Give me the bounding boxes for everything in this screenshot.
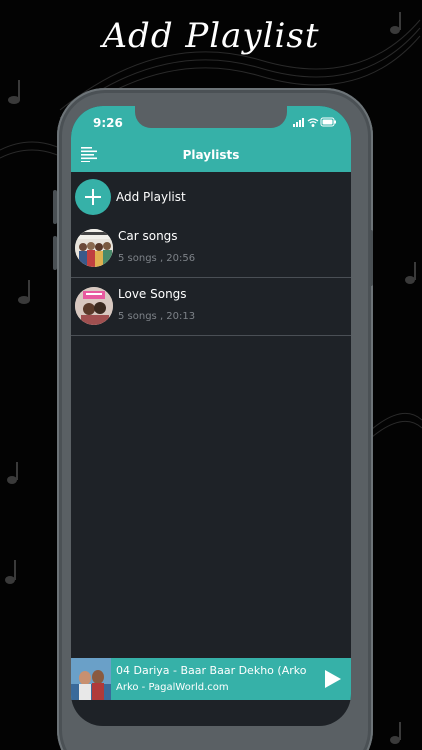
phone-power-button: [369, 230, 373, 286]
phone-volume-button: [53, 236, 57, 270]
now-playing-artist: Arko - PagalWorld.com: [116, 682, 229, 693]
status-icons: [293, 117, 336, 127]
playlist-item-car-songs[interactable]: Car songs 5 songs , 20:56: [71, 220, 351, 278]
playlist-name: Love Songs: [118, 287, 187, 301]
wifi-icon: [307, 118, 319, 127]
playlist-meta: 5 songs , 20:13: [118, 311, 196, 322]
play-icon[interactable]: [321, 668, 343, 690]
playlist-item-love-songs[interactable]: Love Songs 5 songs , 20:13: [71, 278, 351, 336]
phone-notch: [135, 106, 287, 128]
playlist-cover-image: [75, 229, 113, 267]
playlist-name: Car songs: [118, 229, 178, 243]
now-playing-title: 04 Dariya - Baar Baar Dekho (Arko: [116, 664, 307, 677]
add-playlist-icon-circle[interactable]: [75, 179, 111, 215]
add-playlist-button[interactable]: Add Playlist: [71, 172, 351, 220]
promo-screen: Add Playlist 9:26 Playlists Add Playlist…: [0, 0, 422, 750]
now-playing-bar[interactable]: 04 Dariya - Baar Baar Dekho (Arko Arko -…: [71, 658, 351, 700]
phone-volume-button: [53, 190, 57, 224]
app-header: 9:26 Playlists: [71, 106, 351, 172]
add-playlist-label: Add Playlist: [116, 190, 186, 204]
plus-icon: [85, 189, 101, 205]
signal-icon: [293, 118, 304, 127]
promo-headline: Add Playlist: [102, 16, 320, 56]
status-time: 9:26: [93, 116, 123, 130]
playlist-meta: 5 songs , 20:56: [118, 253, 196, 264]
now-playing-cover-image: [71, 658, 111, 700]
page-title: Playlists: [182, 148, 240, 162]
playlist-cover-image: [75, 287, 113, 325]
battery-icon: [320, 117, 336, 127]
app-screen: 9:26 Playlists Add Playlist Car songs 5 …: [71, 106, 351, 726]
